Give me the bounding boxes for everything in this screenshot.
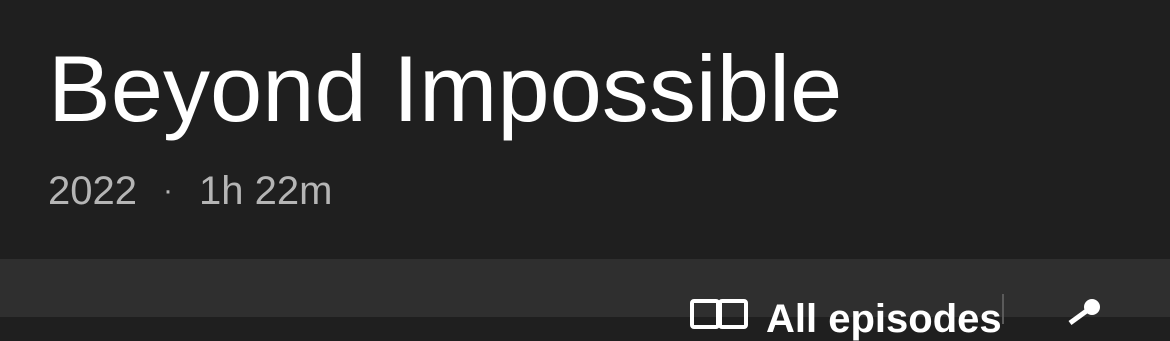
- action-toolbar: All episodes: [0, 259, 1170, 339]
- all-episodes-label: All episodes: [766, 297, 1002, 341]
- share-icon[interactable]: [1060, 299, 1110, 329]
- toolbar-divider: [1002, 294, 1004, 324]
- title-header: Beyond Impossible 2022 · 1h 22m: [0, 0, 1170, 259]
- meta-separator: ·: [162, 174, 173, 207]
- runtime: 1h 22m: [198, 169, 333, 213]
- all-episodes-button[interactable]: All episodes: [690, 299, 1002, 339]
- grid-icon: [690, 299, 748, 339]
- movie-meta: 2022 · 1h 22m: [48, 166, 332, 216]
- release-year: 2022: [48, 169, 137, 213]
- page-title: Beyond Impossible: [48, 36, 843, 141]
